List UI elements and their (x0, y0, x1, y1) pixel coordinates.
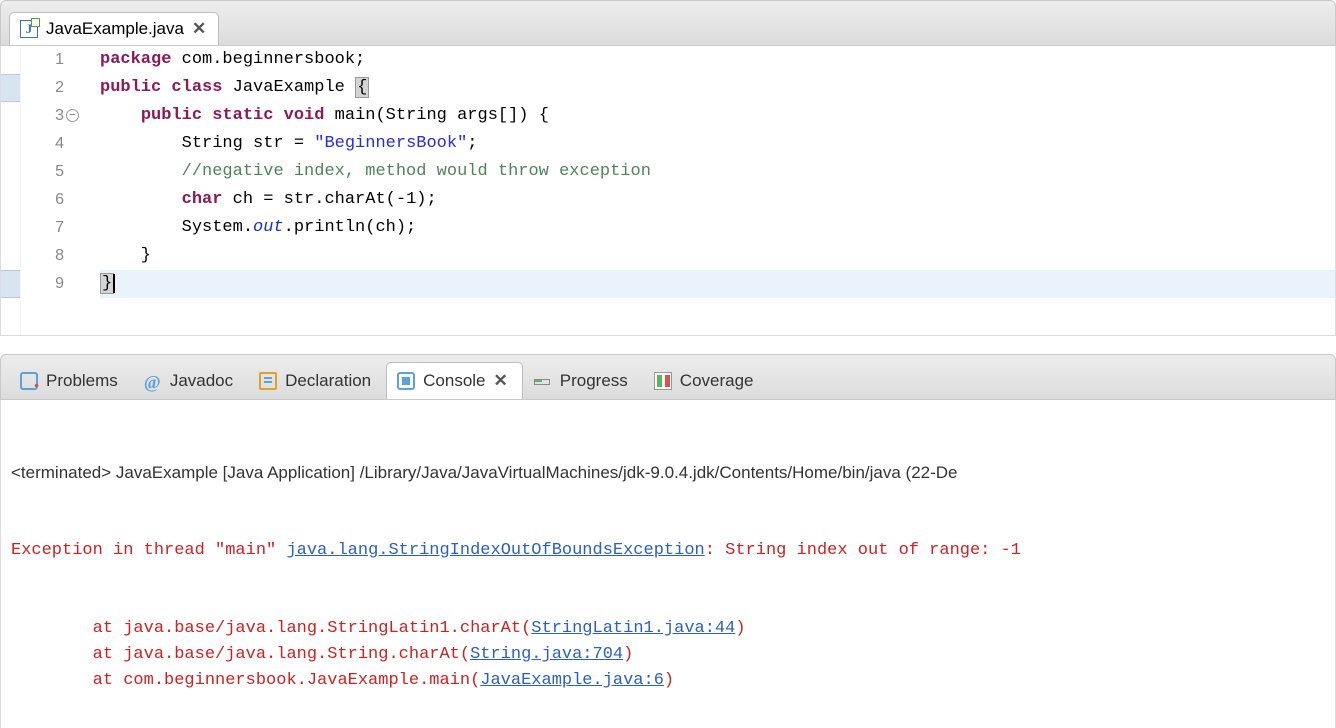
problems-icon (20, 372, 38, 390)
code-editor[interactable]: 123−456789 package com.beginnersbook;pub… (0, 46, 1336, 336)
code-line[interactable]: } (100, 242, 1335, 270)
progress-icon (534, 372, 552, 390)
stack-trace: at java.base/java.lang.StringLatin1.char… (11, 616, 1325, 694)
code-line[interactable]: } (100, 270, 1335, 298)
tab-coverage[interactable]: Coverage (643, 362, 769, 399)
declaration-icon (259, 372, 277, 390)
tab-progress[interactable]: Progress (523, 362, 643, 399)
code-line[interactable]: System.out.println(ch); (100, 214, 1335, 242)
javadoc-icon: @ (144, 372, 162, 390)
coverage-icon (654, 372, 672, 390)
tab-problems[interactable]: Problems (9, 362, 133, 399)
fold-toggle-icon[interactable]: − (66, 109, 79, 122)
tab-label: Problems (46, 371, 118, 391)
java-file-icon: J (20, 20, 38, 38)
code-line[interactable]: char ch = str.charAt(-1); (100, 186, 1335, 214)
tab-label: Progress (560, 371, 628, 391)
console-exception-line: Exception in thread "main" java.lang.Str… (11, 538, 1325, 564)
stack-frame-link[interactable]: JavaExample.java:6 (480, 671, 664, 690)
close-icon[interactable]: ✕ (494, 371, 508, 391)
close-icon[interactable]: ✕ (192, 19, 206, 39)
code-line[interactable]: public class JavaExample { (100, 74, 1335, 102)
tab-javadoc[interactable]: @ Javadoc (133, 362, 248, 399)
tab-label: Coverage (680, 371, 754, 391)
stack-frame-link[interactable]: StringLatin1.java:44 (531, 619, 735, 638)
tab-declaration[interactable]: Declaration (248, 362, 386, 399)
code-line[interactable]: package com.beginnersbook; (100, 46, 1335, 74)
code-area[interactable]: package com.beginnersbook;public class J… (96, 46, 1335, 335)
stack-frame: at java.base/java.lang.String.charAt(Str… (11, 642, 1325, 668)
tab-label: Javadoc (170, 371, 233, 391)
editor-tabbar: J JavaExample.java ✕ (0, 0, 1336, 46)
exception-class-link[interactable]: java.lang.StringIndexOutOfBoundsExceptio… (286, 541, 704, 560)
code-line[interactable]: String str = "BeginnersBook"; (100, 130, 1335, 158)
code-line[interactable]: //negative index, method would throw exc… (100, 158, 1335, 186)
tab-console[interactable]: Console ✕ (386, 362, 523, 399)
stack-frame: at com.beginnersbook.JavaExample.main(Ja… (11, 668, 1325, 694)
fold-column (76, 46, 96, 335)
tab-label: Declaration (285, 371, 371, 391)
marker-column (1, 46, 21, 335)
console-run-header: <terminated> JavaExample [Java Applicati… (11, 460, 1325, 486)
console-output[interactable]: <terminated> JavaExample [Java Applicati… (0, 400, 1336, 728)
editor-tab[interactable]: J JavaExample.java ✕ (9, 12, 219, 45)
bottom-panel-tabbar: Problems @ Javadoc Declaration Console ✕… (0, 354, 1336, 400)
tab-label: Console (423, 371, 485, 391)
tab-filename: JavaExample.java (46, 19, 184, 39)
stack-frame-link[interactable]: String.java:704 (470, 645, 623, 664)
console-icon (397, 372, 415, 390)
line-number-gutter: 123−456789 (21, 46, 76, 335)
code-line[interactable]: public static void main(String args[]) { (100, 102, 1335, 130)
stack-frame: at java.base/java.lang.StringLatin1.char… (11, 616, 1325, 642)
